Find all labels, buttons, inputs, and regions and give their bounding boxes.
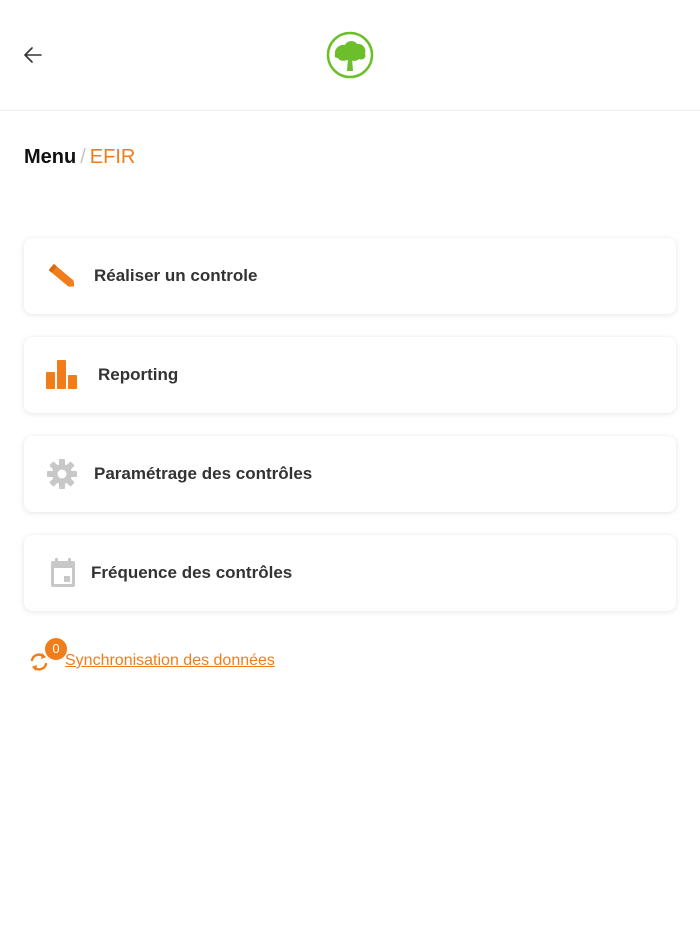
breadcrumb-root[interactable]: Menu (24, 146, 76, 168)
menu-item-label: Réaliser un controle (94, 266, 258, 285)
breadcrumb-separator: / (80, 146, 86, 168)
gear-icon (45, 458, 79, 490)
menu-item-parametrage[interactable]: Paramétrage des contrôles (24, 436, 676, 512)
bar-chart-icon (45, 359, 79, 391)
menu-item-label: Reporting (98, 365, 179, 384)
menu-item-label: Paramétrage des contrôles (94, 464, 313, 483)
back-button[interactable] (18, 40, 48, 70)
sync-count-badge: 0 (45, 638, 67, 660)
menu-item-realiser-controle[interactable]: Réaliser un controle (24, 238, 676, 314)
sync-link[interactable]: Synchronisation des données (65, 652, 275, 670)
arrow-left-icon (24, 47, 42, 63)
tree-logo-icon (326, 31, 374, 79)
sync-section: 0 Synchronisation des données (28, 638, 328, 680)
menu-item-frequence[interactable]: Fréquence des contrôles (24, 535, 676, 611)
pencil-icon (45, 260, 79, 292)
menu-item-reporting[interactable]: Reporting (24, 337, 676, 413)
breadcrumb: Menu / EFIR (24, 145, 135, 169)
app-header (0, 0, 700, 111)
breadcrumb-current: EFIR (89, 146, 136, 168)
menu-item-label: Fréquence des contrôles (91, 563, 293, 582)
calendar-icon (45, 557, 79, 589)
